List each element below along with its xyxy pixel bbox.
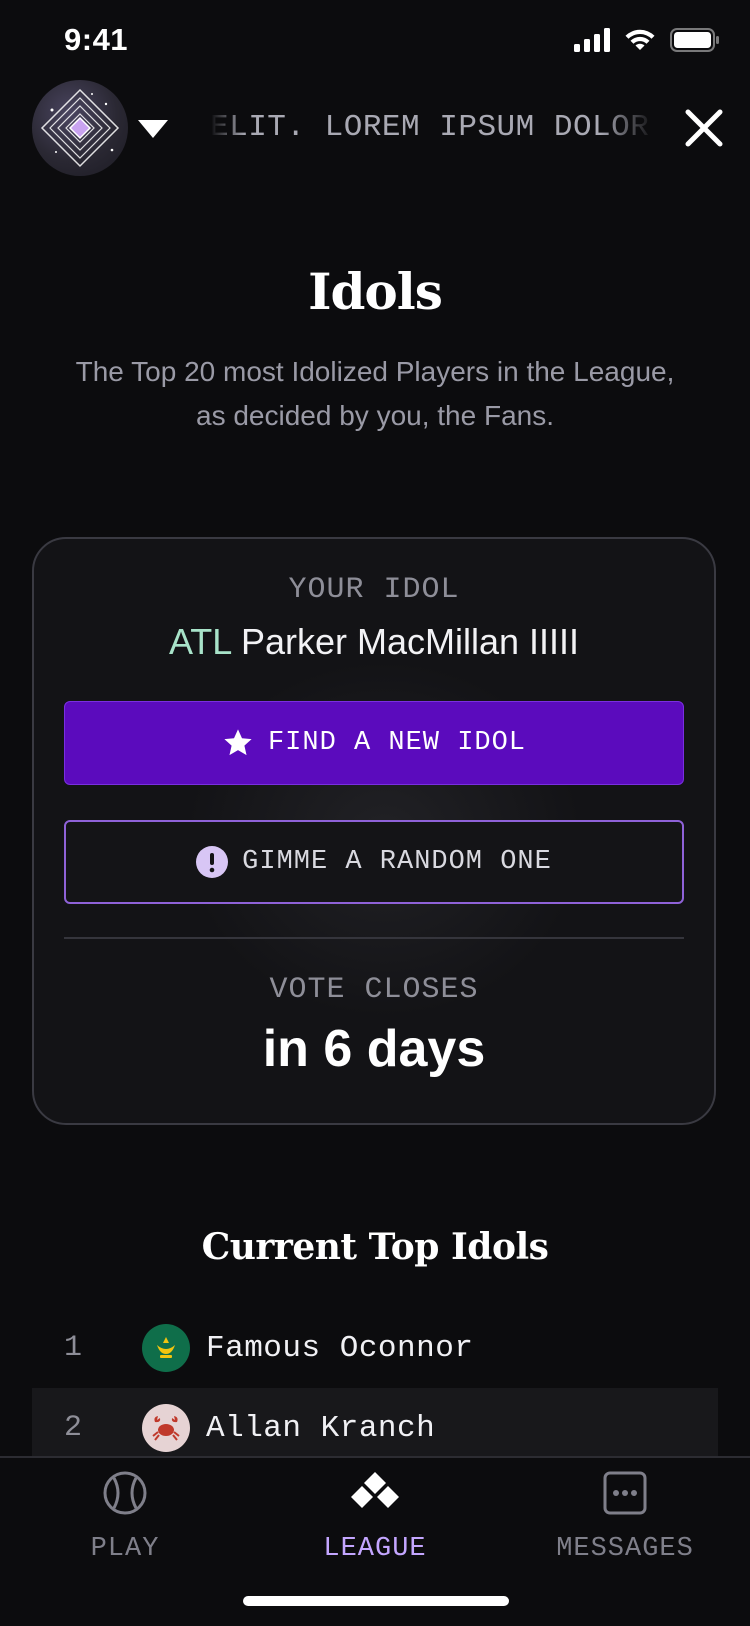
ticker-text: ELIT. LOREM IPSUM DOLOR bbox=[210, 110, 650, 145]
news-ticker: ELIT. LOREM IPSUM DOLOR bbox=[210, 106, 654, 150]
tab-messages[interactable]: MESSAGES bbox=[500, 1458, 750, 1578]
card-divider bbox=[64, 937, 684, 939]
tab-league[interactable]: LEAGUE bbox=[250, 1458, 500, 1578]
top-bar: ELIT. LOREM IPSUM DOLOR bbox=[0, 78, 750, 178]
page-subtitle: The Top 20 most Idolized Players in the … bbox=[75, 356, 675, 431]
status-icons bbox=[574, 28, 720, 52]
status-bar: 9:41 bbox=[0, 0, 750, 84]
idol-name-row: ATL Parker MacMillan IIIII bbox=[34, 621, 714, 663]
team-abbr: ATL bbox=[168, 621, 231, 662]
league-avatar[interactable] bbox=[32, 80, 128, 176]
wifi-icon bbox=[625, 29, 655, 50]
list-item[interactable]: 1 Famous Oconnor bbox=[32, 1308, 718, 1388]
team-crown-icon bbox=[142, 1324, 190, 1372]
signal-icon bbox=[574, 28, 610, 52]
your-idol-label: YOUR IDOL bbox=[288, 573, 460, 607]
exclamation-circle-icon bbox=[196, 846, 229, 878]
messages-icon bbox=[603, 1471, 647, 1515]
star-icon bbox=[224, 729, 252, 756]
battery-icon bbox=[670, 28, 719, 52]
caret-down-icon[interactable] bbox=[138, 120, 168, 138]
vote-closes-value: in 6 days bbox=[262, 1020, 486, 1078]
baseball-icon bbox=[103, 1471, 147, 1515]
player-name: Famous Oconnor bbox=[206, 1330, 474, 1366]
team-crab-icon bbox=[142, 1404, 190, 1452]
page-title: Idols bbox=[308, 262, 443, 321]
league-logo-icon bbox=[40, 88, 120, 168]
close-icon[interactable] bbox=[682, 106, 726, 150]
top-idols-list: 1 Famous Oconnor 2 Allan Kranch bbox=[32, 1308, 718, 1468]
tab-league-label: LEAGUE bbox=[323, 1534, 427, 1564]
random-idol-button[interactable]: GIMME A RANDOM ONE bbox=[64, 820, 684, 904]
top-idols-title: Current Top Idols bbox=[201, 1226, 549, 1268]
tab-play-label: PLAY bbox=[90, 1534, 160, 1564]
random-idol-label: GIMME A RANDOM ONE bbox=[242, 847, 552, 877]
find-new-idol-button[interactable]: FIND A NEW IDOL bbox=[64, 701, 684, 785]
vote-closes-label: VOTE CLOSES bbox=[269, 973, 479, 1007]
rank: 1 bbox=[64, 1331, 83, 1365]
tab-play[interactable]: PLAY bbox=[0, 1458, 250, 1578]
league-diamonds-icon bbox=[351, 1472, 399, 1508]
rank: 2 bbox=[64, 1411, 83, 1445]
player-name: Allan Kranch bbox=[206, 1410, 436, 1446]
your-idol-card: YOUR IDOL ATL Parker MacMillan IIIII FIN… bbox=[32, 537, 716, 1125]
tab-messages-label: MESSAGES bbox=[556, 1534, 694, 1564]
find-new-idol-label: FIND A NEW IDOL bbox=[267, 728, 527, 758]
home-indicator[interactable] bbox=[243, 1596, 509, 1606]
status-time: 9:41 bbox=[64, 22, 129, 57]
player-name: Parker MacMillan IIIII bbox=[240, 621, 580, 662]
